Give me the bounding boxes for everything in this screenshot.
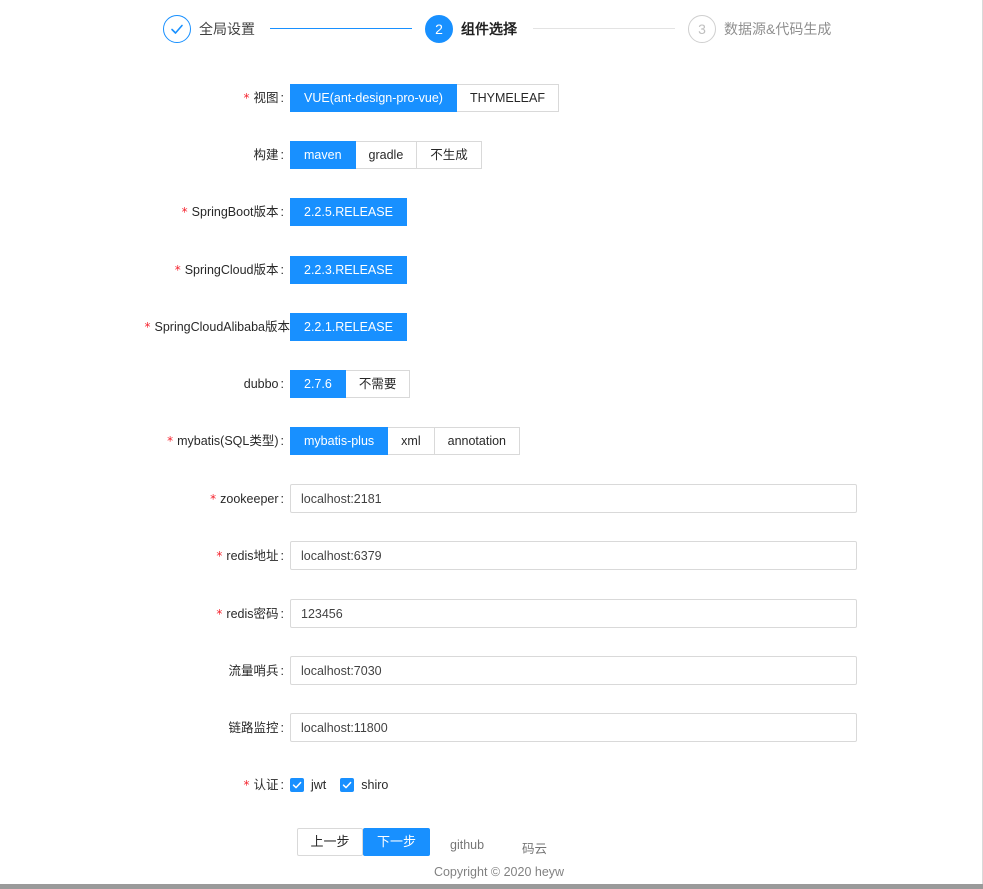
zookeeper-input[interactable] <box>290 484 857 513</box>
view-radio-group: VUE(ant-design-pro-vue) THYMELEAF <box>290 83 559 113</box>
tracing-input[interactable] <box>290 713 857 742</box>
gitee-link[interactable]: 码云 <box>522 838 547 857</box>
step-connector-1 <box>270 28 412 29</box>
zookeeper-label: * zookeeper: <box>210 492 284 506</box>
alibaba-row: * SpringCloudAlibaba版本 2.2.1.RELEASE <box>0 312 983 342</box>
step-connector-2 <box>533 28 675 29</box>
springboot-option[interactable]: 2.2.5.RELEASE <box>290 198 407 226</box>
auth-label: * 认证: <box>243 778 285 792</box>
alibaba-option[interactable]: 2.2.1.RELEASE <box>290 313 407 341</box>
window-bottom-edge <box>0 884 983 889</box>
step-3-title[interactable]: 数据源&代码生成 <box>724 19 831 39</box>
mybatis-option-xml[interactable]: xml <box>388 427 435 455</box>
redis-pwd-label: * redis密码: <box>216 607 284 621</box>
github-link[interactable]: github <box>450 838 484 852</box>
checkbox-checked-icon[interactable] <box>290 778 304 792</box>
prev-step-button[interactable]: 上一步 <box>297 828 363 856</box>
view-row: * 视图: VUE(ant-design-pro-vue) THYMELEAF <box>0 83 983 113</box>
sentinel-row: 流量哨兵: <box>0 656 983 686</box>
build-row: 构建: maven gradle 不生成 <box>0 140 983 170</box>
step-2-title[interactable]: 组件选择 <box>461 19 517 39</box>
dubbo-option-version[interactable]: 2.7.6 <box>290 370 346 398</box>
springcloud-label: * SpringCloud版本: <box>174 263 284 277</box>
dubbo-label: dubbo: <box>243 377 284 391</box>
springcloud-radio-group: 2.2.3.RELEASE <box>290 255 407 285</box>
auth-option-shiro[interactable]: shiro <box>340 778 388 792</box>
build-label: 构建: <box>253 148 285 162</box>
view-label: * 视图: <box>243 91 285 105</box>
mybatis-row: * mybatis(SQL类型): mybatis-plus xml annota… <box>0 426 983 456</box>
build-option-maven[interactable]: maven <box>290 141 356 169</box>
dubbo-radio-group: 2.7.6 不需要 <box>290 369 411 399</box>
step-1-title[interactable]: 全局设置 <box>199 19 255 39</box>
alibaba-radio-group: 2.2.1.RELEASE <box>290 312 407 342</box>
redis-pwd-row: * redis密码: <box>0 599 983 629</box>
mybatis-option-plus[interactable]: mybatis-plus <box>290 427 389 455</box>
next-step-button[interactable]: 下一步 <box>363 828 430 856</box>
tracing-label: 链路监控: <box>228 721 285 735</box>
auth-option-jwt[interactable]: jwt <box>290 778 326 792</box>
redis-addr-row: * redis地址: <box>0 541 983 571</box>
sentinel-label: 流量哨兵: <box>228 664 285 678</box>
redis-addr-label: * redis地址: <box>216 549 284 563</box>
build-option-none[interactable]: 不生成 <box>417 141 482 169</box>
dubbo-option-none[interactable]: 不需要 <box>345 370 411 398</box>
build-radio-group: maven gradle 不生成 <box>290 140 482 170</box>
tracing-row: 链路监控: <box>0 713 983 743</box>
view-option-vue[interactable]: VUE(ant-design-pro-vue) <box>290 84 457 112</box>
steps-bar: 全局设置 2 组件选择 3 数据源&代码生成 <box>0 0 983 60</box>
springboot-row: * SpringBoot版本: 2.2.5.RELEASE <box>0 197 983 227</box>
alibaba-label: * SpringCloudAlibaba版本 <box>144 320 291 334</box>
sentinel-input[interactable] <box>290 656 857 685</box>
step-2-number[interactable]: 2 <box>425 15 453 43</box>
copyright-text: Copyright © 2020 heyw <box>433 865 565 879</box>
dubbo-row: dubbo: 2.7.6 不需要 <box>0 369 983 399</box>
build-option-gradle[interactable]: gradle <box>355 141 418 169</box>
auth-checkbox-group: jwt shiro <box>290 770 402 800</box>
auth-option-shiro-label: shiro <box>361 778 389 792</box>
view-option-thymeleaf[interactable]: THYMELEAF <box>456 84 559 112</box>
springboot-label: * SpringBoot版本: <box>181 205 284 219</box>
springcloud-row: * SpringCloud版本: 2.2.3.RELEASE <box>0 255 983 285</box>
mybatis-label: * mybatis(SQL类型): <box>167 434 284 448</box>
springcloud-option[interactable]: 2.2.3.RELEASE <box>290 256 407 284</box>
auth-option-jwt-label: jwt <box>311 778 327 792</box>
mybatis-radio-group: mybatis-plus xml annotation <box>290 426 521 456</box>
redis-pwd-input[interactable] <box>290 599 857 628</box>
redis-addr-input[interactable] <box>290 541 857 570</box>
step-1-check-icon[interactable] <box>163 15 191 43</box>
step-3-number[interactable]: 3 <box>688 15 716 43</box>
mybatis-option-annotation[interactable]: annotation <box>434 427 521 455</box>
checkbox-checked-icon[interactable] <box>340 778 355 792</box>
auth-row: * 认证: jwt shiro <box>0 770 983 800</box>
zookeeper-row: * zookeeper: <box>0 484 983 514</box>
springboot-radio-group: 2.2.5.RELEASE <box>290 197 407 227</box>
